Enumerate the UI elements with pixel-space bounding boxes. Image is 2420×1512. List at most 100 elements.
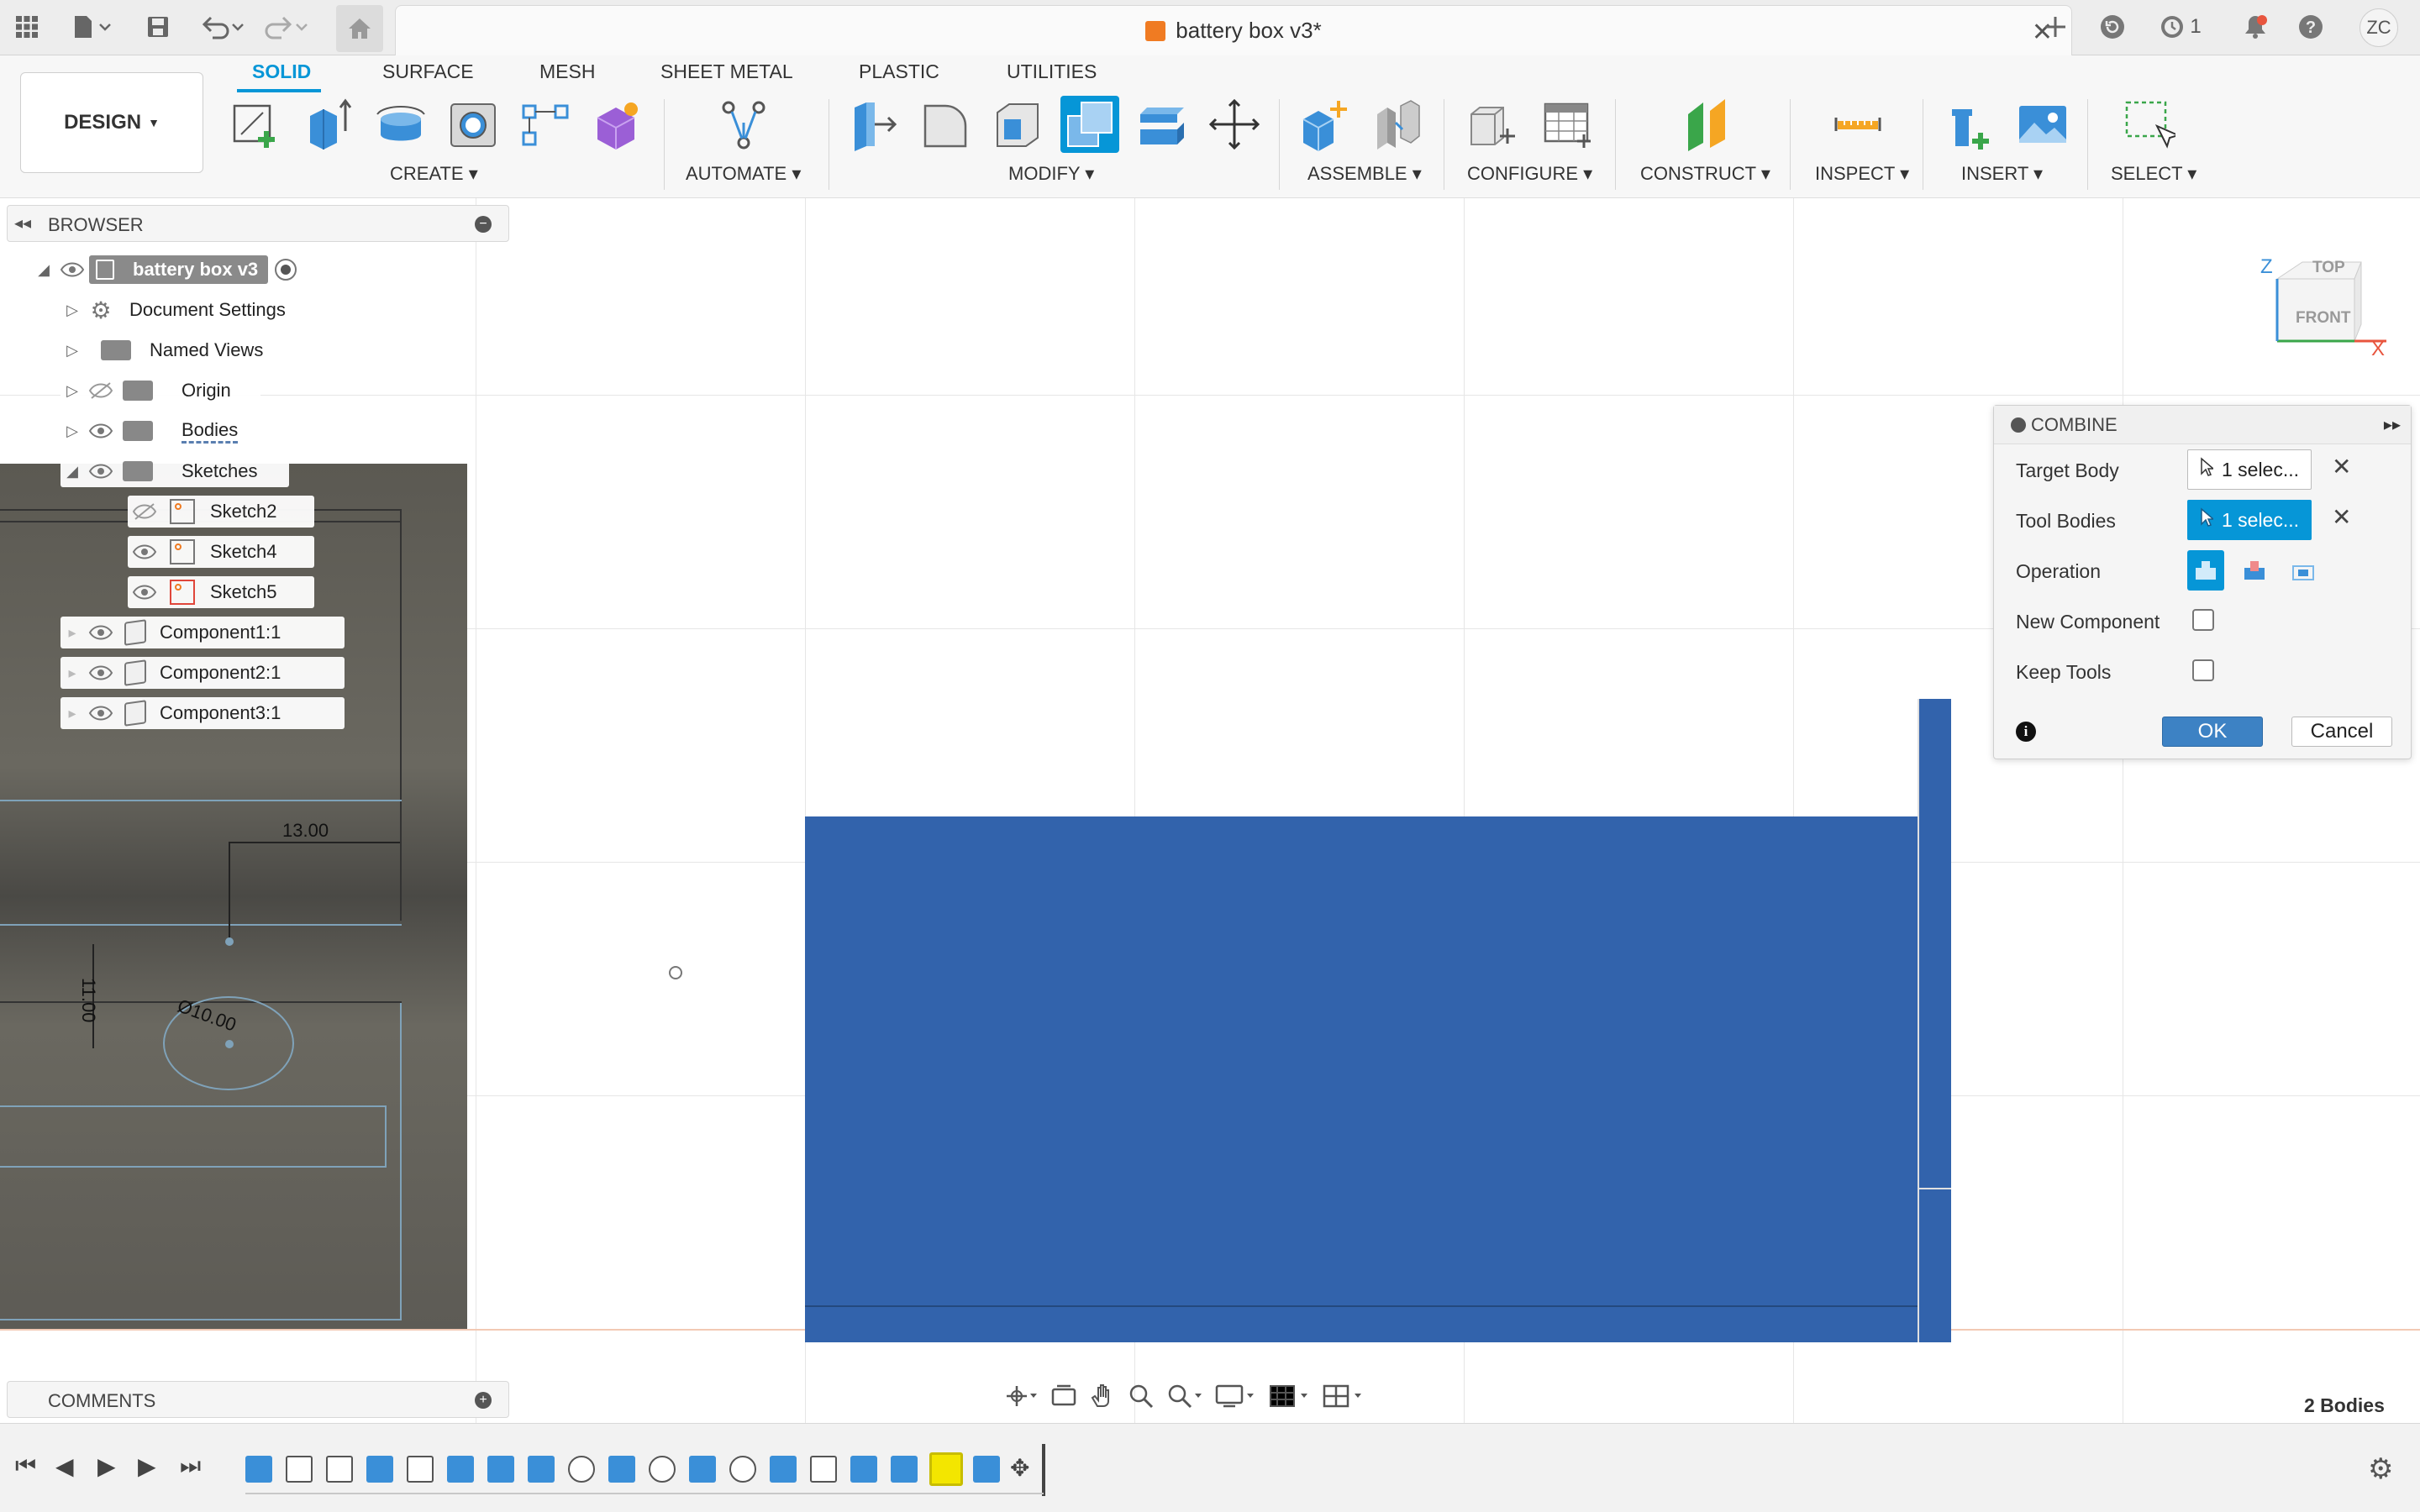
expand-comments-icon[interactable]: + (475, 1392, 492, 1409)
expand-arrow-icon[interactable]: ▸ (60, 624, 84, 642)
pivot-point[interactable] (669, 966, 682, 979)
timeline-feature-component[interactable] (729, 1456, 756, 1483)
create-form-icon[interactable] (587, 96, 645, 153)
view-cube[interactable]: TOP FRONT Z X (2260, 245, 2388, 371)
new-component-checkbox[interactable] (2192, 609, 2214, 631)
visibility-eye-icon[interactable] (128, 580, 161, 605)
expand-arrow-icon[interactable]: ▸ (60, 664, 84, 682)
window-select-icon[interactable] (2119, 96, 2178, 153)
document-tab[interactable]: battery box v3* ✕ (395, 5, 2072, 55)
activate-radio-icon[interactable] (275, 259, 297, 281)
home-icon[interactable] (336, 5, 383, 52)
fit-icon[interactable] (1166, 1383, 1203, 1414)
timeline-feature-sketch[interactable] (286, 1456, 313, 1483)
timeline-marker[interactable] (1042, 1444, 1045, 1496)
help-icon[interactable]: ? (2294, 10, 2328, 44)
last-step-icon[interactable]: ⏭ (180, 1452, 201, 1480)
play-icon[interactable]: ▶ (97, 1452, 116, 1480)
tree-item-component[interactable]: ▸ Component3:1 (60, 697, 345, 729)
tree-item-sketch[interactable]: Sketch5 (128, 576, 314, 608)
workspace-switcher[interactable]: DESIGN ▼ (20, 72, 203, 173)
modify-menu[interactable]: MODIFY ▾ (1008, 163, 1094, 185)
construct-menu[interactable]: CONSTRUCT ▾ (1640, 163, 1770, 185)
keep-tools-checkbox[interactable] (2192, 659, 2214, 681)
tree-item-document-settings[interactable]: ▷ ⚙ Document Settings (60, 294, 331, 326)
inspect-menu[interactable]: INSPECT ▾ (1815, 163, 1909, 185)
insert-menu[interactable]: INSERT ▾ (1961, 163, 2043, 185)
pan-icon[interactable] (1089, 1383, 1116, 1414)
operation-intersect-button[interactable] (2285, 550, 2322, 591)
dimension-height[interactable]: 11.00 (77, 978, 99, 1022)
visibility-eye-icon[interactable] (128, 539, 161, 564)
tool-bodies-selector[interactable]: 1 selec... (2187, 500, 2312, 540)
tree-item-sketch[interactable]: Sketch2 (128, 496, 314, 528)
cancel-button[interactable]: Cancel (2291, 717, 2392, 747)
info-icon[interactable]: i (2016, 722, 2036, 742)
timeline-feature-component[interactable] (649, 1456, 676, 1483)
operation-join-button[interactable] (2187, 550, 2224, 591)
view-cube-front[interactable]: FRONT (2296, 309, 2350, 328)
collapse-dialog-icon[interactable] (2011, 417, 2026, 433)
visibility-eye-icon[interactable] (84, 660, 118, 685)
timeline-feature-extrude[interactable] (528, 1456, 555, 1483)
timeline-feature-extrude[interactable] (608, 1456, 635, 1483)
visibility-eye-icon[interactable] (84, 418, 118, 444)
orbit-icon[interactable] (1005, 1383, 1039, 1414)
tab-surface[interactable]: SURFACE (382, 60, 474, 83)
pattern-icon[interactable] (516, 96, 575, 153)
previous-step-icon[interactable]: ◀ (55, 1452, 74, 1480)
hidden-eye-icon[interactable] (128, 499, 161, 524)
expand-arrow-icon[interactable]: ▷ (60, 423, 84, 440)
ok-button[interactable]: OK (2162, 717, 2263, 747)
visibility-eye-icon[interactable] (84, 620, 118, 645)
app-grid-icon[interactable] (10, 10, 44, 44)
tree-item-sketch[interactable]: Sketch4 (128, 536, 314, 568)
tree-root[interactable]: ◢ battery box v3 (32, 254, 365, 286)
timeline-feature-sketch[interactable] (326, 1456, 353, 1483)
zoom-icon[interactable] (1128, 1383, 1155, 1414)
refresh-icon[interactable] (2096, 10, 2129, 44)
expand-arrow-icon[interactable]: ▸ (60, 705, 84, 722)
comments-panel-header[interactable]: COMMENTS + (7, 1381, 509, 1418)
configure-menu[interactable]: CONFIGURE ▾ (1467, 163, 1592, 185)
timeline-move-icon[interactable]: ✥ (1010, 1454, 1029, 1482)
hole-icon[interactable] (444, 96, 502, 153)
timeline-feature-extrude[interactable] (770, 1456, 797, 1483)
collapse-arrow-icon[interactable]: ◢ (60, 463, 84, 480)
assemble-menu[interactable]: ASSEMBLE ▾ (1307, 163, 1422, 185)
body-tool[interactable] (1918, 699, 1951, 1342)
shell-icon[interactable] (988, 96, 1047, 153)
timeline-feature-extrude[interactable] (689, 1456, 716, 1483)
save-icon[interactable] (141, 10, 175, 44)
tree-item-bodies[interactable]: ▷ Bodies (60, 415, 269, 447)
combine-icon[interactable] (1060, 96, 1119, 153)
visibility-eye-icon[interactable] (84, 701, 118, 726)
fillet-icon[interactable] (916, 96, 975, 153)
timeline-feature-extrude[interactable] (487, 1456, 514, 1483)
create-sketch-icon[interactable] (227, 96, 286, 153)
configuration-table-icon[interactable] (1538, 96, 1597, 153)
tab-utilities[interactable]: UTILITIES (1007, 60, 1097, 83)
grid-settings-icon[interactable] (1269, 1383, 1311, 1414)
new-component-icon[interactable] (1296, 96, 1355, 153)
configure-icon[interactable] (1462, 96, 1521, 153)
timeline-settings-gear-icon[interactable]: ⚙ (2368, 1452, 2393, 1486)
display-settings-icon[interactable] (1215, 1383, 1257, 1414)
tab-plastic[interactable]: PLASTIC (859, 60, 939, 83)
clear-target-icon[interactable]: ✕ (2332, 453, 2351, 480)
tree-item-origin[interactable]: ▷ Origin (60, 375, 260, 407)
timeline-feature-combine-active[interactable] (929, 1452, 963, 1486)
offset-plane-icon[interactable] (1677, 96, 1736, 153)
timeline-feature-extrude[interactable] (973, 1456, 1000, 1483)
visibility-eye-icon[interactable] (55, 257, 89, 282)
redo-icon[interactable] (262, 10, 313, 44)
file-menu-icon[interactable] (66, 10, 119, 44)
press-pull-icon[interactable] (844, 96, 902, 153)
root-component-label[interactable]: battery box v3 (89, 255, 269, 284)
clear-tools-icon[interactable]: ✕ (2332, 503, 2351, 531)
collapse-panel-icon[interactable]: ◂◂ (14, 213, 31, 234)
tree-item-named-views[interactable]: ▷ Named Views (60, 334, 287, 366)
first-step-icon[interactable]: ⏮ (15, 1452, 36, 1480)
operation-cut-button[interactable] (2236, 550, 2273, 591)
move-copy-icon[interactable] (1205, 96, 1264, 153)
